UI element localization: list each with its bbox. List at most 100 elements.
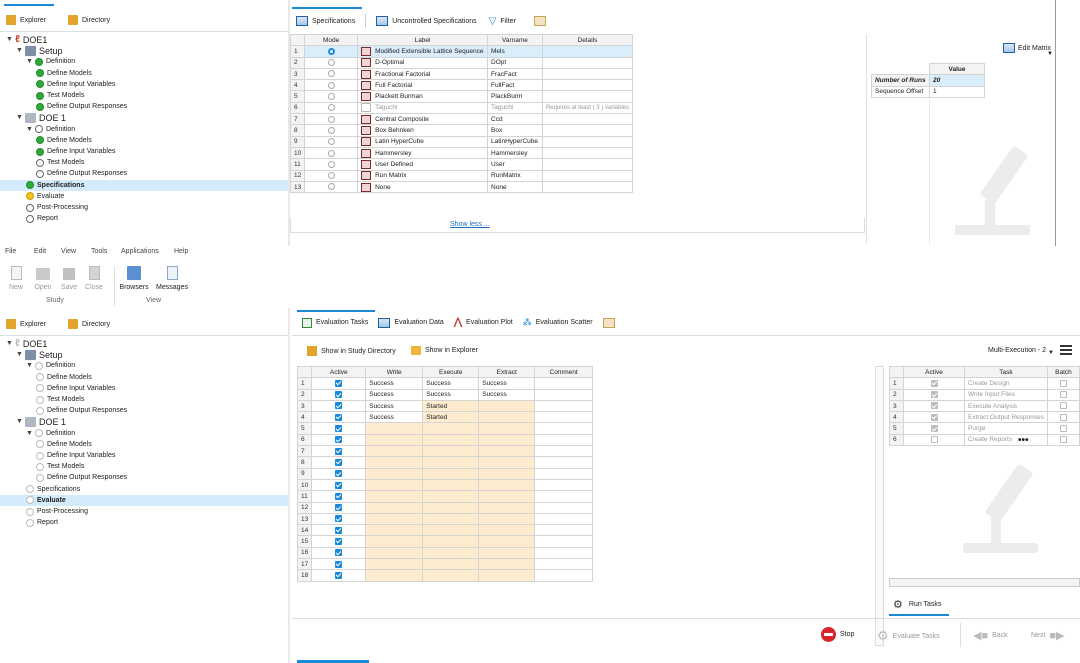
tree-item[interactable]: Define Output Responses — [36, 168, 127, 179]
multi-execution-dropdown[interactable]: Multi-Execution - 2 ▼ — [988, 347, 1054, 356]
expand-toggle-icon[interactable]: ▼ — [6, 340, 15, 347]
active-checkbox[interactable] — [335, 391, 343, 399]
close-button[interactable]: Close — [84, 266, 104, 291]
tree-item[interactable]: Define Models — [36, 439, 92, 450]
mode-cell[interactable] — [304, 113, 359, 126]
mode-radio[interactable] — [327, 160, 335, 168]
menu-hamburger-icon[interactable] — [1060, 345, 1072, 355]
table-row[interactable]: 13 — [296, 512, 593, 526]
batch-checkbox[interactable] — [1059, 402, 1067, 410]
expand-toggle-icon[interactable]: ▼ — [6, 36, 15, 43]
table-row[interactable]: 1 Success Success Success — [296, 377, 593, 390]
tree-item[interactable]: Define Models — [36, 135, 92, 146]
task-active-checkbox[interactable] — [930, 436, 938, 444]
number-of-runs-input[interactable]: 20 — [929, 74, 985, 87]
col-active[interactable]: Active — [311, 365, 367, 379]
comment-cell[interactable] — [534, 433, 593, 447]
menu-edit[interactable]: Edit — [34, 248, 46, 255]
stop-button[interactable]: Stop — [821, 627, 854, 642]
menu-help[interactable]: Help — [174, 248, 188, 255]
comment-cell[interactable] — [534, 399, 593, 413]
tree-item[interactable]: ▼ DOE 1 — [16, 416, 66, 427]
task-active-checkbox[interactable] — [930, 413, 938, 421]
active-checkbox[interactable] — [335, 425, 343, 433]
table-row[interactable]: 15 — [296, 535, 593, 548]
mode-cell[interactable] — [304, 56, 359, 69]
tab-uncontrolled-specifications[interactable]: Uncontrolled Specifications — [376, 16, 477, 26]
active-cell[interactable] — [311, 456, 367, 469]
comment-cell[interactable] — [534, 445, 593, 458]
table-row[interactable]: 12 Run Matrix RunMatrix — [289, 169, 634, 182]
comment-cell[interactable] — [534, 490, 593, 503]
comment-cell[interactable] — [534, 558, 593, 571]
active-cell[interactable] — [311, 445, 367, 458]
table-row[interactable]: 4 Full Factorial FullFact — [289, 79, 634, 92]
active-checkbox[interactable] — [335, 413, 343, 421]
table-row[interactable]: 2 Write Input Files — [889, 388, 1080, 401]
mode-radio[interactable] — [327, 138, 335, 146]
tree-item[interactable]: Test Models — [36, 394, 84, 405]
col-task-active[interactable]: Active — [903, 365, 965, 379]
table-row[interactable]: 16 — [296, 546, 593, 560]
table-row[interactable]: 6 — [296, 433, 593, 447]
table-row[interactable]: 5 Purge — [889, 422, 1080, 435]
messages-button[interactable]: Messages — [155, 266, 189, 291]
batch-checkbox[interactable] — [1059, 413, 1067, 421]
tree-item[interactable]: Test Models — [36, 90, 84, 101]
table-row[interactable]: 4 Extract Output Responses — [889, 411, 1080, 424]
sequence-offset-input[interactable]: 1 — [929, 85, 985, 98]
bottom-tab-directory[interactable]: Directory — [68, 319, 110, 329]
col-execute[interactable]: Execute — [422, 365, 480, 379]
bottom-splitter[interactable] — [288, 308, 290, 663]
tree-item[interactable]: ▼ Definition — [26, 56, 75, 67]
active-cell[interactable] — [311, 524, 367, 537]
col-details[interactable]: Details — [541, 33, 634, 47]
tree-item[interactable]: Post-Processing — [26, 202, 88, 213]
tree-item[interactable]: ▼ Setup — [16, 45, 63, 56]
active-checkbox[interactable] — [335, 526, 343, 534]
col-label[interactable]: Label — [357, 33, 489, 47]
table-row[interactable]: 3 Success Started — [296, 399, 593, 413]
show-in-study-directory-button[interactable]: Show in Study Directory — [307, 346, 396, 356]
table-row[interactable]: 6 Create Reports — [889, 433, 1080, 447]
col-task[interactable]: Task — [964, 365, 1048, 379]
tab-evaluation-scatter[interactable]: ⁂ Evaluation Scatter — [523, 317, 593, 328]
mode-radio[interactable] — [327, 115, 335, 123]
back-button[interactable]: ◀■ Back — [973, 629, 1008, 642]
active-cell[interactable] — [311, 399, 367, 413]
tree-item[interactable]: ▼ Definition — [26, 360, 75, 371]
active-checkbox[interactable] — [335, 515, 343, 523]
table-row[interactable]: 12 — [296, 501, 593, 514]
task-hscrollbar[interactable] — [889, 578, 1080, 587]
task-active-cell[interactable] — [903, 433, 965, 447]
active-checkbox[interactable] — [335, 402, 343, 410]
active-cell[interactable] — [311, 535, 367, 548]
task-active-cell[interactable] — [903, 388, 965, 401]
comment-cell[interactable] — [534, 524, 593, 537]
comment-cell[interactable] — [534, 377, 593, 390]
mode-cell[interactable] — [304, 90, 359, 103]
table-row[interactable]: 8 Box Behnken Box — [289, 124, 634, 137]
table-row[interactable]: 10 Hammersley Hammersley — [289, 146, 634, 160]
table-row[interactable]: 18 — [296, 569, 593, 582]
active-checkbox[interactable] — [335, 470, 343, 478]
bottom-tab-explorer[interactable]: Explorer — [6, 319, 46, 329]
run-tasks-tab[interactable]: ⚙ Run Tasks — [893, 598, 941, 611]
task-active-checkbox[interactable] — [930, 391, 938, 399]
comment-cell[interactable] — [534, 422, 593, 435]
tree-item[interactable]: ▼ ℓ DOE1 — [6, 338, 47, 349]
active-checkbox[interactable] — [335, 504, 343, 512]
task-active-checkbox[interactable] — [930, 379, 938, 387]
tree-item[interactable]: Define Models — [36, 68, 92, 79]
batch-cell[interactable] — [1046, 399, 1080, 413]
browsers-button[interactable]: Browsers — [119, 266, 149, 291]
tree-item[interactable]: Define Output Responses — [36, 405, 127, 416]
table-row[interactable]: 3 Fractional Factorial FracFact — [289, 67, 634, 81]
tree-item[interactable]: Define Input Variables — [36, 79, 115, 90]
active-cell[interactable] — [311, 501, 367, 514]
tree-item[interactable]: Report — [26, 517, 58, 528]
mode-cell[interactable] — [304, 146, 359, 160]
active-cell[interactable] — [311, 512, 367, 526]
task-active-cell[interactable] — [903, 377, 965, 390]
new-button[interactable]: New — [8, 266, 24, 291]
